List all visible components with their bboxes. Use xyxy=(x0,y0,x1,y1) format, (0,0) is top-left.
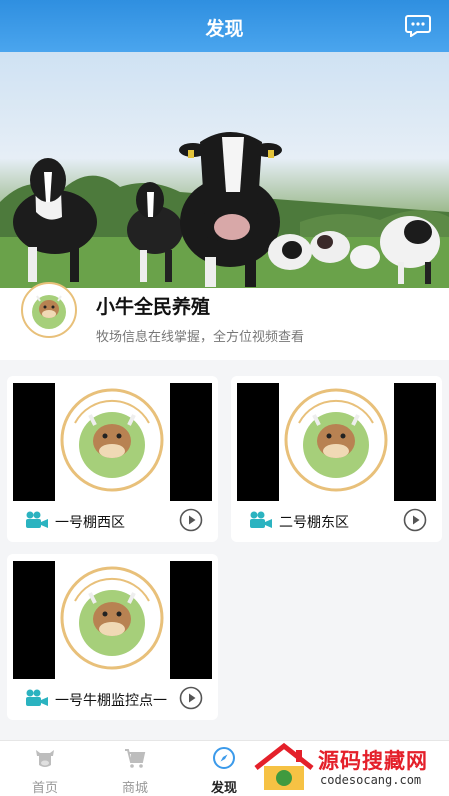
calves-grow-fast-logo xyxy=(284,388,388,492)
play-icon[interactable] xyxy=(179,686,203,710)
page-title: 发现 xyxy=(205,18,244,40)
camera-label: 一号牛棚监控点一 xyxy=(55,693,167,709)
cow-head-icon xyxy=(36,750,54,767)
chat-bubble-icon[interactable] xyxy=(405,15,431,37)
cows-in-field-image xyxy=(0,132,449,288)
video-thumbnail[interactable] xyxy=(13,561,212,679)
camera-card-footer: 一号牛棚监控点一 xyxy=(7,685,218,715)
play-icon[interactable] xyxy=(179,508,203,532)
tab-label: 商城 xyxy=(121,781,148,796)
watermark-url: codesocang.com xyxy=(320,773,422,787)
house-logo-icon xyxy=(254,742,314,790)
camera-card-footer: 一号棚西区 xyxy=(7,507,218,537)
tab-home[interactable]: 首页 xyxy=(5,741,85,796)
pasture-banner xyxy=(0,52,449,288)
camera-label: 二号棚东区 xyxy=(279,515,349,531)
farm-name: 小牛全民养殖 xyxy=(96,296,211,318)
top-header: 发现 xyxy=(0,0,449,52)
camera-card[interactable]: 一号牛棚监控点一 xyxy=(7,554,218,720)
calves-grow-fast-logo xyxy=(60,388,164,492)
watermark: 源码搜藏网 codesocang.com xyxy=(248,740,448,796)
video-camera-icon xyxy=(26,511,48,528)
cart-icon xyxy=(125,749,146,768)
watermark-title: 源码搜藏网 xyxy=(318,749,428,773)
video-thumbnail[interactable] xyxy=(13,383,212,501)
camera-card[interactable]: 一号棚西区 xyxy=(7,376,218,542)
farm-logo-avatar xyxy=(21,282,77,338)
video-thumbnail[interactable] xyxy=(237,383,436,501)
camera-label: 一号棚西区 xyxy=(55,515,125,531)
tab-shop[interactable]: 商城 xyxy=(95,741,175,796)
camera-list: 一号棚西区 二号棚东区 一号牛棚监控点一 xyxy=(0,360,449,740)
video-camera-icon xyxy=(250,511,272,528)
tab-label: 首页 xyxy=(31,781,58,796)
calves-grow-fast-logo xyxy=(60,566,164,670)
compass-icon xyxy=(213,747,235,769)
play-icon[interactable] xyxy=(403,508,427,532)
camera-card-footer: 二号棚东区 xyxy=(231,507,442,537)
video-camera-icon xyxy=(26,689,48,706)
camera-card[interactable]: 二号棚东区 xyxy=(231,376,442,542)
farm-description: 牧场信息在线掌握，全方位视频查看 xyxy=(96,330,305,345)
